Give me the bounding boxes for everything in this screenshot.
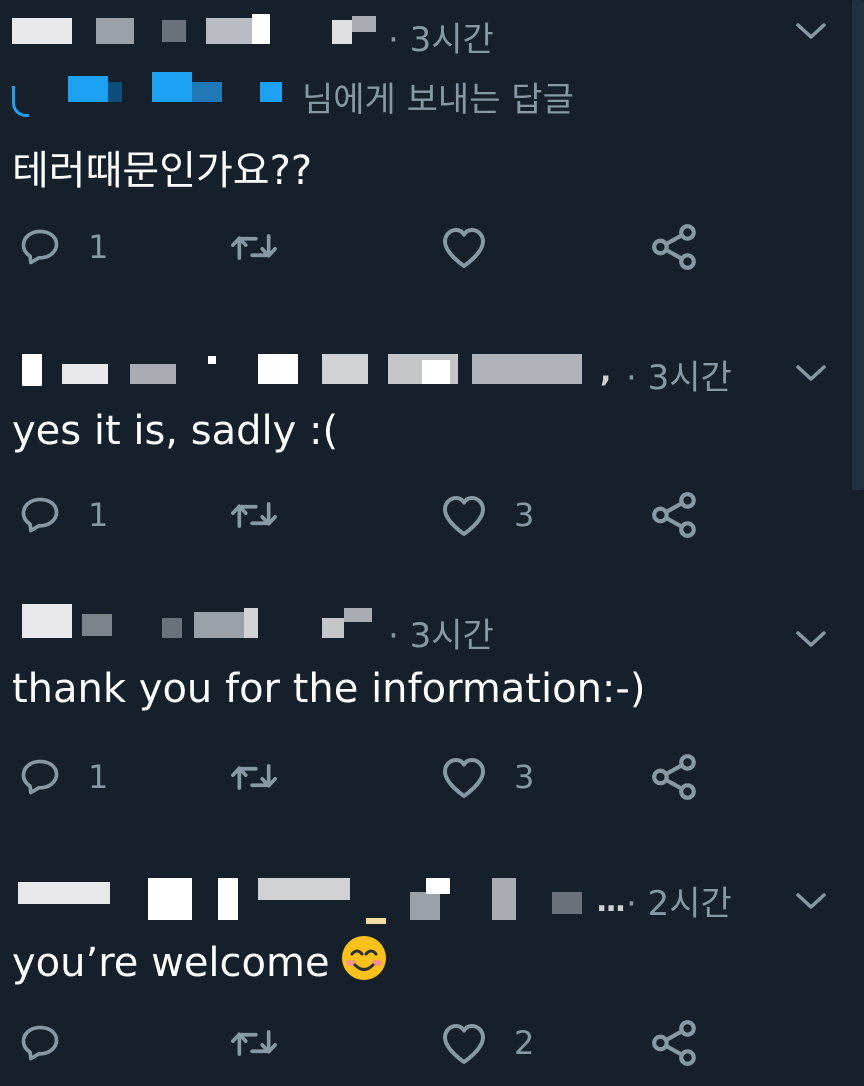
share-icon bbox=[652, 224, 696, 270]
reply-icon bbox=[21, 759, 59, 795]
tweet-actions: 1 bbox=[18, 222, 718, 272]
retweet-icon bbox=[231, 502, 277, 528]
tweet-item[interactable]: · 3시간 thank you for the information:-) 1… bbox=[0, 600, 850, 840]
tweet-item[interactable]: , · 3시간 yes it is, sadly :( 1 3 bbox=[0, 340, 850, 580]
tweet-actions: 1 3 bbox=[18, 490, 718, 540]
tweet-time: · 3시간 bbox=[626, 358, 732, 398]
reply-icon bbox=[21, 1025, 59, 1061]
tweet-header: · 3시간 bbox=[12, 8, 850, 68]
reply-count: 1 bbox=[88, 228, 109, 266]
tweet-text: thank you for the information:-) bbox=[12, 666, 646, 712]
like-button[interactable]: 2 bbox=[440, 1018, 534, 1068]
tweet-header: , · 3시간 bbox=[12, 346, 850, 406]
chevron-down-icon[interactable] bbox=[794, 890, 828, 912]
chevron-down-icon[interactable] bbox=[794, 628, 828, 650]
like-button[interactable] bbox=[440, 222, 514, 272]
reply-button[interactable]: 1 bbox=[18, 222, 108, 272]
like-icon bbox=[443, 1024, 485, 1064]
share-button[interactable] bbox=[650, 752, 700, 802]
like-button[interactable]: 3 bbox=[440, 752, 534, 802]
reply-to-label: 님에게 보내는 답글 bbox=[302, 80, 574, 120]
reply-icon bbox=[21, 497, 59, 533]
redacted-username bbox=[12, 346, 612, 406]
reply-button[interactable]: 1 bbox=[18, 490, 108, 540]
redacted-reply-handle bbox=[12, 68, 292, 118]
retweet-icon bbox=[231, 234, 277, 260]
retweet-icon bbox=[231, 1030, 277, 1056]
retweet-icon bbox=[231, 764, 277, 790]
smiling-face-with-smiling-eyes-icon bbox=[341, 936, 386, 980]
tweet-text: 테러때문인가요?? bbox=[12, 148, 313, 194]
like-button[interactable]: 3 bbox=[440, 490, 534, 540]
reply-icon bbox=[21, 229, 59, 265]
like-icon bbox=[443, 496, 485, 536]
share-icon bbox=[652, 1020, 696, 1066]
retweet-button[interactable] bbox=[228, 222, 306, 272]
retweet-button[interactable] bbox=[228, 752, 306, 802]
reply-button[interactable]: 1 bbox=[18, 752, 108, 802]
share-icon bbox=[652, 492, 696, 538]
redacted-username bbox=[12, 870, 612, 930]
username-ellipsis: , bbox=[600, 354, 611, 389]
retweet-button[interactable] bbox=[228, 490, 306, 540]
tweet-text: you’re welcome bbox=[12, 934, 388, 986]
tweet-actions: 1 3 bbox=[18, 752, 718, 802]
redacted-username bbox=[12, 8, 612, 68]
tweet-time: · 2시간 bbox=[626, 884, 732, 924]
tweet-time: · 3시간 bbox=[388, 20, 494, 60]
tweet-header: · 3시간 bbox=[12, 604, 850, 664]
reply-count: 1 bbox=[88, 496, 109, 534]
reply-count: 1 bbox=[88, 758, 109, 796]
like-count: 3 bbox=[514, 496, 535, 534]
like-icon bbox=[443, 758, 485, 798]
tweet-text: yes it is, sadly :( bbox=[12, 408, 339, 454]
share-button[interactable] bbox=[650, 1018, 700, 1068]
reply-button[interactable] bbox=[18, 1018, 88, 1068]
tweet-item[interactable]: · 3시간 님에게 보내는 답글 테러때문인가요?? 1 bbox=[0, 0, 850, 300]
scrollbar[interactable] bbox=[852, 0, 864, 490]
tweet-time: · 3시간 bbox=[388, 616, 494, 656]
like-count: 2 bbox=[514, 1024, 535, 1062]
retweet-button[interactable] bbox=[228, 1018, 306, 1068]
tweet-actions: 2 bbox=[18, 1018, 718, 1068]
chevron-down-icon[interactable] bbox=[794, 362, 828, 384]
share-icon bbox=[652, 754, 696, 800]
chevron-down-icon[interactable] bbox=[794, 20, 828, 42]
tweet-item[interactable]: ... · 2시간 you’re welcome 2 bbox=[0, 866, 850, 1086]
username-ellipsis: ... bbox=[596, 884, 626, 919]
share-button[interactable] bbox=[650, 222, 700, 272]
tweet-text-content: you’re welcome bbox=[12, 940, 330, 986]
like-icon bbox=[443, 228, 485, 268]
share-button[interactable] bbox=[650, 490, 700, 540]
tweet-header: ... · 2시간 bbox=[12, 870, 850, 930]
redacted-username bbox=[12, 604, 612, 664]
like-count: 3 bbox=[514, 758, 535, 796]
